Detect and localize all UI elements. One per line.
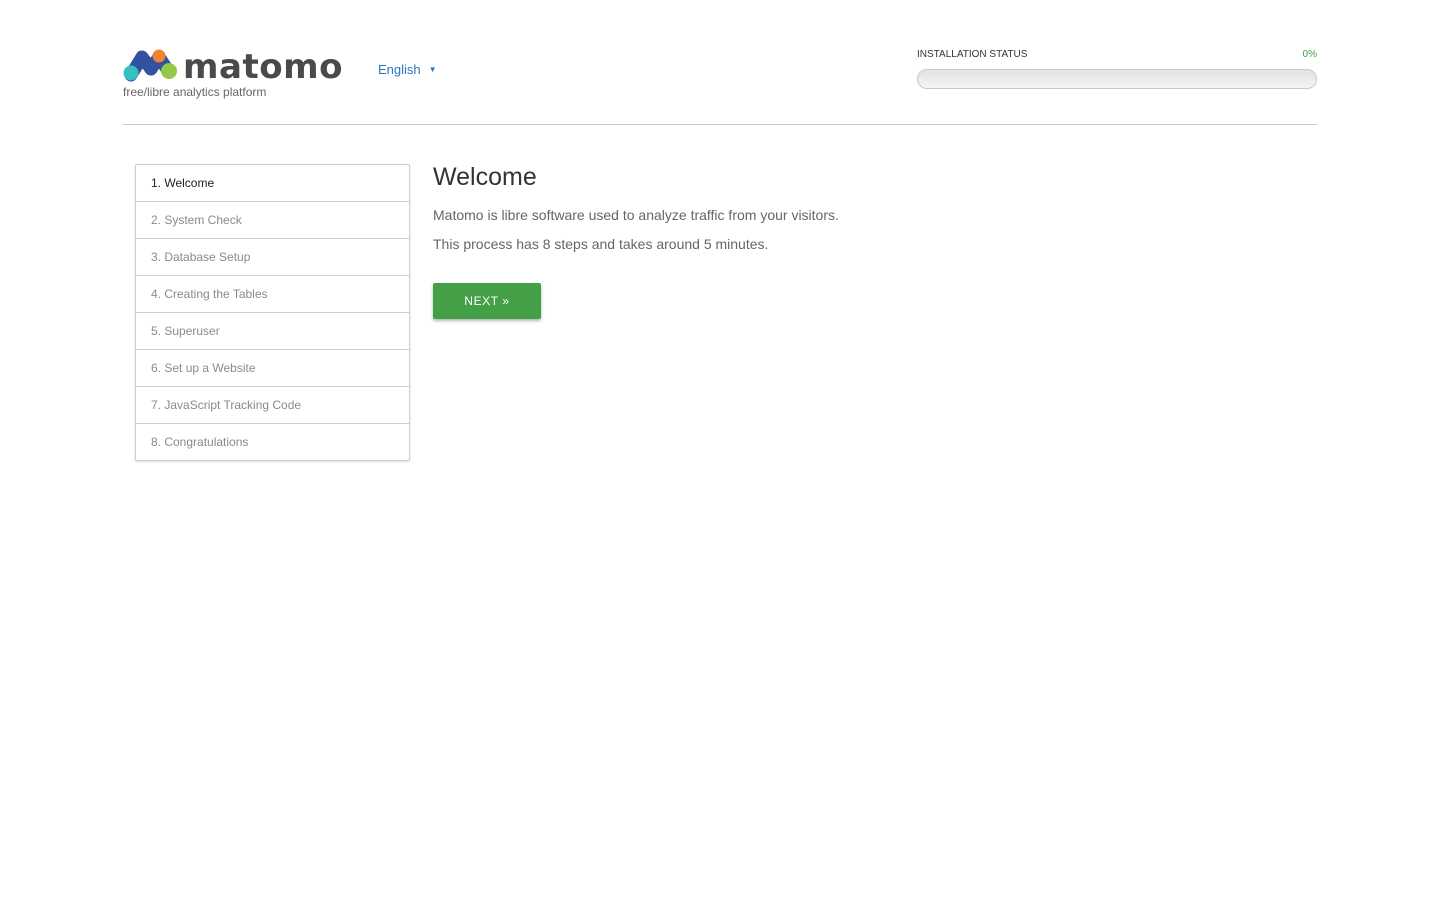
language-selector[interactable]: English ▼	[378, 62, 437, 77]
step-welcome: 1. Welcome	[151, 176, 215, 190]
installation-progress-bar	[917, 69, 1317, 89]
installer-page: matomo free/libre analytics platform Eng…	[0, 0, 1440, 900]
next-button[interactable]: NEXT »	[433, 283, 541, 319]
installation-status-label: INSTALLATION STATUS	[917, 49, 1028, 60]
intro-text: Matomo is libre software used to analyze…	[433, 207, 839, 223]
process-info-text: This process has 8 steps and takes aroun…	[433, 236, 769, 252]
logo-wordmark: matomo	[183, 47, 343, 84]
installation-status: INSTALLATION STATUS 0%	[917, 49, 1317, 89]
matomo-logo: matomo	[123, 46, 345, 84]
language-label: English	[378, 62, 421, 77]
tagline: free/libre analytics platform	[123, 85, 267, 99]
main-content: Welcome Matomo is libre software used to…	[433, 160, 1313, 319]
step-superuser: 5. Superuser	[136, 312, 409, 349]
page-title: Welcome	[433, 163, 537, 191]
step-congratulations: 8. Congratulations	[136, 423, 409, 460]
installation-steps-list: 1. Welcome 2. System Check 3. Database S…	[135, 164, 410, 461]
step-setup-website: 6. Set up a Website	[136, 349, 409, 386]
step-creating-tables: 4. Creating the Tables	[136, 275, 409, 312]
step-database-setup: 3. Database Setup	[136, 238, 409, 275]
caret-down-icon: ▼	[428, 65, 437, 74]
installation-status-percent: 0%	[1302, 49, 1317, 60]
step-system-check: 2. System Check	[136, 201, 409, 238]
step-tracking-code: 7. JavaScript Tracking Code	[136, 386, 409, 423]
installer-header: matomo free/libre analytics platform Eng…	[123, 0, 1317, 125]
